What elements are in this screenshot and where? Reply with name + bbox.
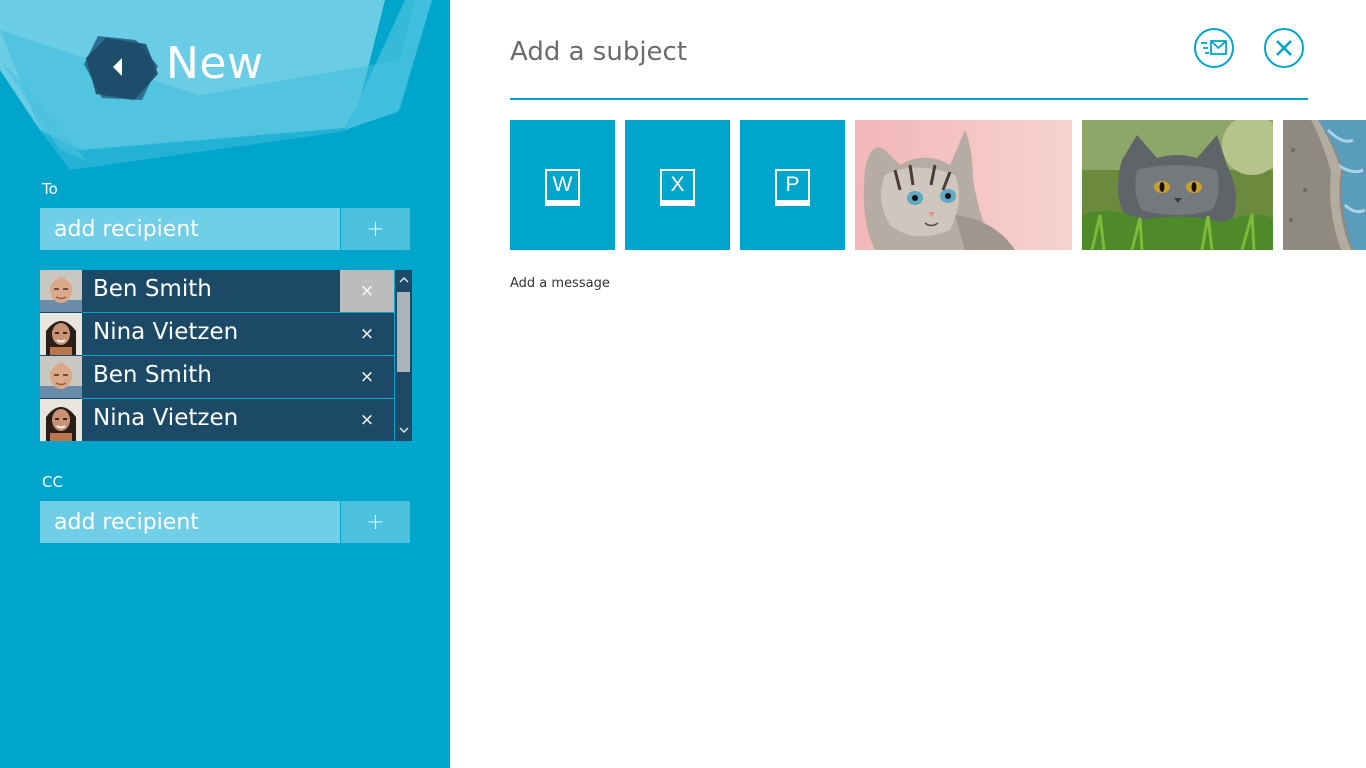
cc-label: CC xyxy=(42,473,63,491)
to-label: To xyxy=(42,180,58,198)
message-input[interactable]: Add a message xyxy=(510,276,610,291)
back-arrow-icon xyxy=(84,36,158,100)
excel-icon: X xyxy=(660,168,695,206)
recipient-chip: Ben Smith × xyxy=(40,270,394,312)
recipient-name: Ben Smith xyxy=(93,276,212,302)
decorative-background-shapes xyxy=(0,0,432,170)
to-recipient-list: Ben Smith × Nina Vietzen × Ben Smith × N… xyxy=(40,270,412,441)
remove-recipient-button[interactable]: × xyxy=(340,399,394,441)
close-button[interactable] xyxy=(1264,28,1304,68)
to-add-button[interactable]: + xyxy=(341,208,410,250)
scroll-down-icon[interactable] xyxy=(396,421,412,439)
back-button[interactable] xyxy=(84,36,160,102)
water-photo-attachment[interactable] xyxy=(1283,120,1366,250)
recipient-chip: Nina Vietzen × xyxy=(40,399,394,441)
close-icon xyxy=(1276,40,1292,56)
subject-underline xyxy=(510,98,1308,100)
recipient-name: Ben Smith xyxy=(93,362,212,388)
powerpoint-attachment[interactable]: P xyxy=(740,120,845,250)
send-button[interactable] xyxy=(1194,28,1234,68)
recipient-name: Nina Vietzen xyxy=(93,405,239,431)
water-photo xyxy=(1283,120,1366,250)
to-add-row: + xyxy=(40,208,410,250)
gray-cat-photo xyxy=(1082,120,1273,250)
remove-recipient-button[interactable]: × xyxy=(340,270,394,312)
powerpoint-icon: P xyxy=(775,168,810,206)
avatar-nina xyxy=(40,313,82,355)
recipient-name: Nina Vietzen xyxy=(93,319,239,345)
cc-recipient-input[interactable] xyxy=(40,501,340,543)
kitten-photo-attachment[interactable] xyxy=(855,120,1072,250)
recipient-chip: Nina Vietzen × xyxy=(40,313,394,355)
send-mail-icon xyxy=(1201,40,1227,55)
remove-recipient-button[interactable]: × xyxy=(340,356,394,398)
remove-recipient-button[interactable]: × xyxy=(340,313,394,355)
recipient-list-scrollbar[interactable] xyxy=(394,270,412,441)
cc-add-button[interactable]: + xyxy=(341,501,410,543)
word-attachment[interactable]: W xyxy=(510,120,615,250)
avatar-nina xyxy=(40,399,82,441)
page-title: New xyxy=(166,38,264,89)
scroll-thumb[interactable] xyxy=(397,292,410,372)
avatar-ben xyxy=(40,356,82,398)
kitten-photo xyxy=(855,120,1072,250)
cc-add-row: + xyxy=(40,501,410,543)
avatar-ben xyxy=(40,270,82,312)
gray-cat-photo-attachment[interactable] xyxy=(1082,120,1273,250)
subject-input[interactable] xyxy=(510,30,1150,74)
scroll-up-icon[interactable] xyxy=(396,271,412,289)
to-recipient-input[interactable] xyxy=(40,208,340,250)
recipient-chip: Ben Smith × xyxy=(40,356,394,398)
word-icon: W xyxy=(545,168,580,206)
excel-attachment[interactable]: X xyxy=(625,120,730,250)
recipients-pane: New To + Ben Smith × xyxy=(0,0,450,768)
